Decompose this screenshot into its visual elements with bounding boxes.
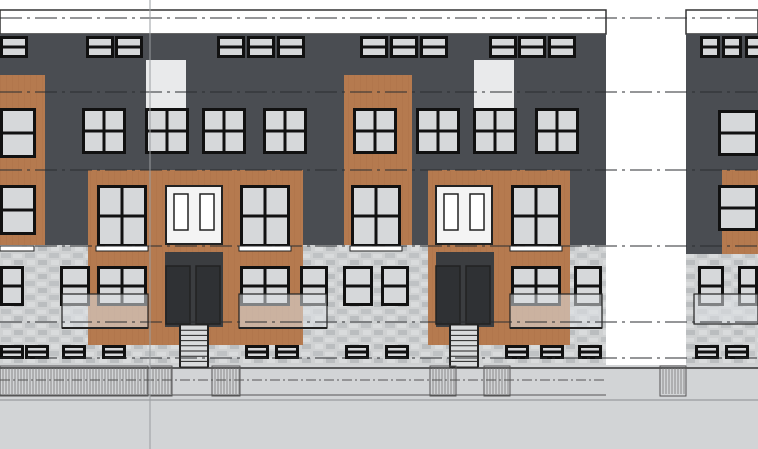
window-icon [247, 36, 275, 58]
window-icon [217, 36, 245, 58]
window-icon [700, 36, 720, 58]
window-icon [0, 266, 24, 306]
skylight-2 [474, 60, 514, 108]
door-icon [435, 185, 493, 245]
glass-balcony [509, 293, 603, 329]
window-icon [718, 110, 758, 156]
window-icon [0, 345, 24, 359]
stair-icon [449, 324, 479, 368]
window-icon [745, 36, 758, 58]
window-icon [535, 108, 579, 154]
window-icon [0, 185, 36, 235]
window-sill [0, 245, 35, 252]
window-icon [202, 108, 246, 154]
window-icon [390, 36, 418, 58]
window-icon [360, 36, 388, 58]
window-icon [548, 36, 576, 58]
adjacent-building [685, 9, 758, 365]
window-icon [263, 108, 307, 154]
window-icon [275, 345, 299, 359]
window-icon [82, 108, 126, 154]
window-sill [349, 245, 403, 252]
window-icon [0, 36, 28, 58]
parapet [0, 9, 607, 35]
window-sill [238, 245, 292, 252]
door-icon [165, 185, 223, 245]
window-icon [62, 345, 86, 359]
window-icon [102, 345, 126, 359]
window-icon [115, 36, 143, 58]
window-icon [511, 185, 561, 247]
window-icon [420, 36, 448, 58]
main-building [0, 9, 607, 368]
window-icon [473, 108, 517, 154]
window-sill [95, 245, 149, 252]
window-icon [86, 36, 114, 58]
window-icon [245, 345, 269, 359]
glass-balcony [693, 293, 758, 325]
window-icon [240, 185, 290, 247]
window-sill [509, 245, 563, 252]
window-icon [385, 345, 409, 359]
window-icon [97, 185, 147, 247]
window-icon [489, 36, 517, 58]
skylight-1 [146, 60, 186, 108]
glass-balcony [61, 293, 149, 329]
building-elevation-drawing [0, 0, 758, 449]
window-icon [353, 108, 397, 154]
window-icon [416, 108, 460, 154]
stair-icon [179, 324, 209, 368]
window-icon [343, 266, 373, 306]
window-icon [277, 36, 305, 58]
window-icon [0, 108, 36, 158]
window-icon [718, 185, 758, 231]
window-icon [145, 108, 189, 154]
glass-balcony [238, 293, 328, 329]
window-icon [345, 345, 369, 359]
window-icon [725, 345, 749, 359]
adjacent-parapet [685, 9, 758, 35]
window-icon [518, 36, 546, 58]
window-icon [722, 36, 742, 58]
window-icon [25, 345, 49, 359]
window-icon [695, 345, 719, 359]
window-icon [540, 345, 564, 359]
window-icon [505, 345, 529, 359]
window-icon [381, 266, 409, 306]
window-icon [351, 185, 401, 247]
window-icon [578, 345, 602, 359]
